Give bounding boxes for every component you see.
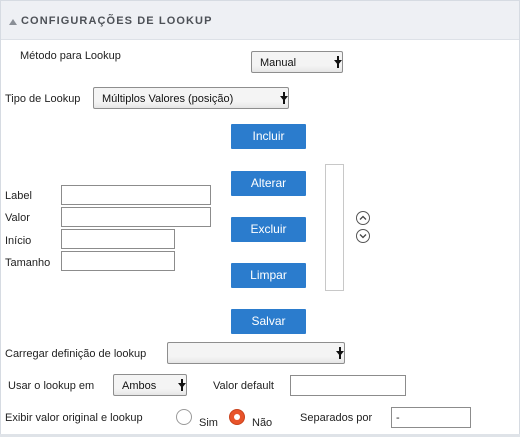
radio-yes-label: Sim bbox=[199, 417, 218, 429]
separator-label: Separados por bbox=[300, 412, 373, 424]
value-field-label: Valor bbox=[5, 212, 30, 224]
size-field-label: Tamanho bbox=[5, 257, 51, 269]
start-input[interactable] bbox=[61, 229, 175, 249]
delete-button[interactable]: Excluir bbox=[231, 217, 306, 242]
change-button[interactable]: Alterar bbox=[231, 171, 306, 196]
use-lookup-value: Ambos bbox=[122, 380, 157, 392]
panel-header[interactable]: CONFIGURAÇÕES DE LOOKUP bbox=[1, 1, 519, 40]
value-input[interactable] bbox=[61, 207, 211, 227]
chevron-down-circle-icon[interactable] bbox=[356, 229, 370, 243]
dropdown-arrow-icon bbox=[334, 56, 342, 68]
dropdown-arrow-icon bbox=[336, 347, 344, 359]
lookup-items-listbox[interactable] bbox=[325, 164, 344, 291]
include-button[interactable]: Incluir bbox=[231, 124, 306, 149]
separator-input[interactable] bbox=[391, 407, 471, 428]
label-field-label: Label bbox=[5, 190, 32, 202]
lookup-method-select[interactable]: Manual bbox=[251, 51, 343, 73]
lookup-type-label: Tipo de Lookup bbox=[5, 93, 81, 105]
collapse-triangle-icon[interactable] bbox=[9, 19, 17, 25]
size-input[interactable] bbox=[61, 251, 175, 271]
panel-title: CONFIGURAÇÕES DE LOOKUP bbox=[21, 15, 213, 27]
start-field-label: Início bbox=[5, 235, 32, 247]
lookup-type-select[interactable]: Múltiplos Valores (posição) bbox=[93, 87, 289, 109]
radio-no-label: Não bbox=[252, 417, 273, 429]
use-lookup-label: Usar o lookup em bbox=[8, 380, 95, 392]
clear-button[interactable]: Limpar bbox=[231, 263, 306, 288]
default-value-input[interactable] bbox=[290, 375, 406, 396]
default-value-label: Valor default bbox=[213, 380, 274, 392]
lookup-method-value: Manual bbox=[260, 57, 297, 69]
show-original-label: Exibir valor original e lookup bbox=[5, 412, 143, 424]
lookup-method-label: Método para Lookup bbox=[20, 50, 121, 62]
radio-no[interactable] bbox=[229, 409, 245, 425]
label-input[interactable] bbox=[61, 185, 211, 205]
radio-yes[interactable] bbox=[176, 409, 192, 425]
load-definition-select[interactable] bbox=[167, 342, 345, 364]
load-definition-label: Carregar definição de lookup bbox=[5, 348, 147, 360]
dropdown-arrow-icon bbox=[178, 379, 186, 391]
use-lookup-select[interactable]: Ambos bbox=[113, 374, 187, 396]
dropdown-arrow-icon bbox=[280, 92, 288, 104]
save-button[interactable]: Salvar bbox=[231, 309, 306, 334]
lookup-type-value: Múltiplos Valores (posição) bbox=[102, 93, 234, 105]
chevron-up-circle-icon[interactable] bbox=[356, 211, 370, 225]
